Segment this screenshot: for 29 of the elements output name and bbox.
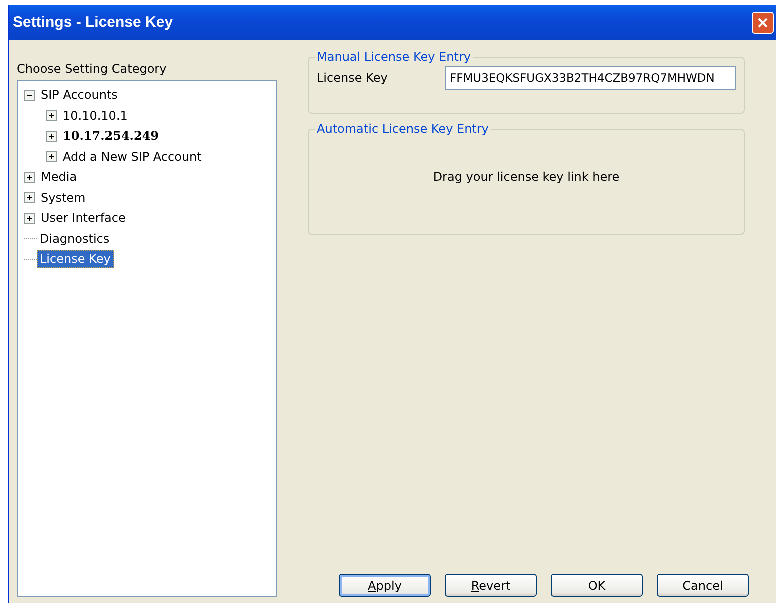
tree-item[interactable]: System <box>38 188 89 207</box>
expand-icon[interactable] <box>46 130 57 142</box>
tree-item[interactable]: SIP Accounts <box>38 86 121 104</box>
expand-icon[interactable] <box>24 192 35 204</box>
tree-item[interactable]: User Interface <box>38 209 129 228</box>
license-key-field[interactable]: FFMU3EQKSFUGX33B2TH4CZB97RQ7MHWDN <box>445 66 736 90</box>
expand-icon[interactable] <box>24 212 35 224</box>
expand-icon[interactable] <box>46 110 57 122</box>
tree-item[interactable]: Diagnostics <box>37 230 113 248</box>
dialog-button[interactable]: OK <box>551 574 643 597</box>
dialog-button[interactable]: Revert <box>445 574 537 597</box>
tree-item[interactable]: 10.10.10.1 <box>60 106 131 125</box>
close-button[interactable] <box>752 12 774 34</box>
tree-item[interactable]: Media <box>38 168 80 186</box>
category-label: Choose Setting Category <box>17 62 168 76</box>
dialog-button[interactable]: Cancel <box>657 574 749 597</box>
dialog-button[interactable]: Apply <box>339 574 431 597</box>
group-title: Manual License Key Entry <box>316 50 472 64</box>
tree-item[interactable]: Add a New SIP Account <box>60 148 205 166</box>
expand-icon[interactable] <box>46 151 57 162</box>
field-label: License Key <box>317 71 388 85</box>
window-title: Settings - License Key <box>13 14 174 31</box>
close-icon <box>757 16 769 28</box>
expand-icon[interactable] <box>24 172 35 183</box>
group-title: Automatic License Key Entry <box>316 122 490 136</box>
collapse-icon[interactable] <box>24 90 35 101</box>
tree-item[interactable]: License Key <box>37 250 114 268</box>
drop-hint: Drag your license key link here <box>433 170 620 184</box>
tree-item[interactable]: 10.17.254.249 <box>60 127 162 146</box>
